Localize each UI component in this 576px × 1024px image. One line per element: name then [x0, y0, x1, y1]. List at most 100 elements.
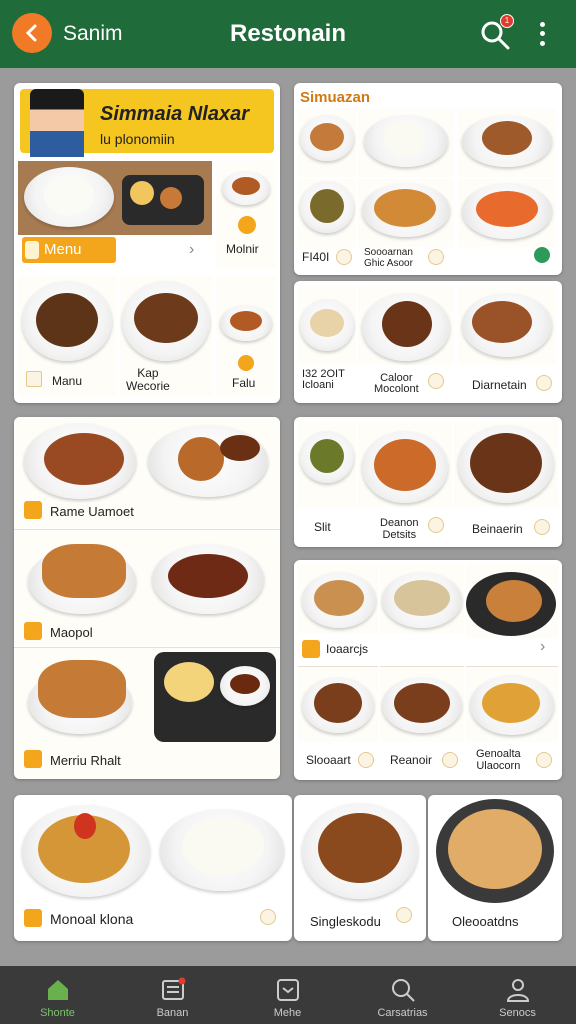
food-thumb[interactable]	[358, 421, 452, 507]
chat-icon	[277, 979, 299, 1001]
leaf-icon	[534, 519, 550, 535]
more-options-button[interactable]	[532, 20, 552, 48]
food-thumb[interactable]	[458, 179, 556, 247]
dish-label: Merriu Rhalt	[50, 753, 121, 768]
category-card[interactable]: Simuazan FI40I Soooarnan Ghic Asoor	[294, 83, 562, 275]
food-thumb[interactable]	[380, 564, 464, 634]
nav-label: Carsatrias	[377, 1007, 428, 1019]
nav-profile[interactable]: Senocs	[460, 966, 575, 1024]
food-thumb[interactable]	[358, 179, 454, 247]
food-thumb[interactable]	[458, 109, 556, 177]
featured-hero-image[interactable]	[18, 161, 212, 235]
dish-label: Maopol	[50, 625, 93, 640]
section-title: Simuazan	[300, 89, 371, 106]
featured-item-label: Kap Wecorie	[126, 366, 170, 393]
food-thumb[interactable]	[298, 666, 378, 742]
nav-home[interactable]: Shonte	[0, 966, 115, 1024]
menu-button-label: Menu	[44, 241, 82, 258]
dish-list-card[interactable]: Rame Uamoet Maopol Merriu Rhalt	[14, 417, 280, 779]
side-item-label: Molnir	[226, 242, 259, 256]
featured-item[interactable]: Falu	[216, 275, 276, 397]
featured-title: Simmaia Nlaxar	[100, 103, 249, 125]
section-icon	[302, 640, 320, 658]
food-label: Genoalta Ulaocorn	[476, 748, 521, 772]
leaf-icon	[358, 752, 374, 768]
food-thumb[interactable]	[298, 421, 356, 507]
food-label: Diarnetain	[472, 378, 527, 392]
food-thumb[interactable]	[298, 109, 356, 177]
food-thumb[interactable]	[458, 285, 556, 365]
nav-label: Banan	[156, 1007, 189, 1019]
leaf-icon	[536, 375, 552, 391]
food-thumb[interactable]	[358, 285, 454, 365]
food-label: Slooaart	[306, 753, 351, 767]
leaf-icon	[534, 247, 550, 263]
featured-subtitle: lu plonomiin	[100, 131, 175, 147]
leaf-icon	[536, 752, 552, 768]
food-thumb[interactable]	[358, 109, 454, 177]
menu-button[interactable]: Menu	[22, 237, 116, 263]
nav-messages[interactable]: Mehe	[230, 966, 345, 1024]
food-thumb[interactable]	[298, 179, 356, 247]
item-icon	[26, 371, 42, 387]
food-label: I32 2OIT Icloani	[302, 368, 345, 391]
profile-icon	[506, 979, 530, 1002]
menu-icon	[25, 241, 39, 259]
category-card[interactable]: Slit Deanon Detsits Beinaerin	[294, 417, 562, 547]
food-thumb[interactable]	[466, 564, 558, 638]
dish-row[interactable]: Maopol	[14, 529, 280, 645]
food-thumb[interactable]	[454, 421, 558, 507]
dish-card[interactable]: Singleskodu	[294, 795, 426, 941]
bottom-navigation: Shonte Banan Mehe Carsatrias Senocs	[0, 966, 576, 1024]
food-label: FI40I	[302, 250, 330, 264]
dish-card[interactable]: Monoal klona	[14, 795, 292, 941]
food-label: Slit	[314, 520, 331, 534]
nav-label: Shonte	[40, 1007, 75, 1019]
featured-card[interactable]: Simmaia Nlaxar lu plonomiin Menu › Molni…	[14, 83, 280, 403]
category-card[interactable]: Ioaarcjs › Slooaart Reanoir Genoalta Ula…	[294, 560, 562, 780]
leaf-icon	[396, 907, 412, 923]
nav-orders[interactable]: Banan	[115, 966, 230, 1024]
avatar	[30, 89, 84, 157]
food-label: Reanoir	[390, 753, 433, 767]
leaf-icon	[260, 909, 276, 925]
chevron-right-icon[interactable]: ›	[189, 241, 194, 259]
food-thumb[interactable]	[466, 666, 558, 742]
side-item[interactable]: Molnir	[216, 161, 276, 269]
food-thumb[interactable]	[380, 666, 464, 742]
food-thumb[interactable]	[298, 564, 378, 634]
food-label: Soooarnan Ghic Asoor	[364, 247, 413, 269]
dish-row[interactable]: Rame Uamoet	[14, 417, 280, 527]
leaf-icon	[428, 373, 444, 389]
dish-row[interactable]: Merriu Rhalt	[14, 647, 280, 779]
dish-card[interactable]: Oleooatdns	[428, 795, 562, 941]
leaf-icon	[442, 752, 458, 768]
food-thumb[interactable]	[298, 285, 356, 365]
featured-item[interactable]: Kap Wecorie	[120, 275, 212, 397]
featured-item-label: Falu	[232, 376, 256, 390]
leaf-icon	[428, 517, 444, 533]
featured-item[interactable]: Manu	[18, 275, 116, 397]
notification-badge: 1	[500, 14, 514, 28]
home-icon	[48, 980, 68, 1000]
receipt-icon	[162, 977, 186, 1000]
nav-search[interactable]: Carsatrias	[345, 966, 460, 1024]
dish-icon	[24, 750, 42, 768]
chevron-right-icon[interactable]: ›	[540, 638, 545, 656]
featured-banner: Simmaia Nlaxar lu plonomiin	[20, 89, 274, 157]
dish-label: Monoal klona	[50, 911, 134, 927]
search-icon	[392, 979, 415, 1002]
dish-label: Singleskodu	[310, 914, 381, 929]
dish-icon	[24, 501, 42, 519]
dish-label: Rame Uamoet	[50, 504, 134, 519]
dish-icon	[24, 622, 42, 640]
leaf-icon	[428, 249, 444, 265]
top-bar: Sanim Restonain 1	[0, 0, 576, 68]
food-label: Beinaerin	[472, 522, 523, 536]
dish-label: Oleooatdns	[452, 914, 519, 929]
category-card[interactable]: I32 2OIT Icloani Caloor Mocolont Diarnet…	[294, 281, 562, 403]
nav-label: Mehe	[273, 1007, 302, 1019]
featured-item-label: Manu	[52, 374, 83, 388]
dish-icon	[24, 909, 42, 927]
food-label: Deanon Detsits	[380, 517, 419, 541]
